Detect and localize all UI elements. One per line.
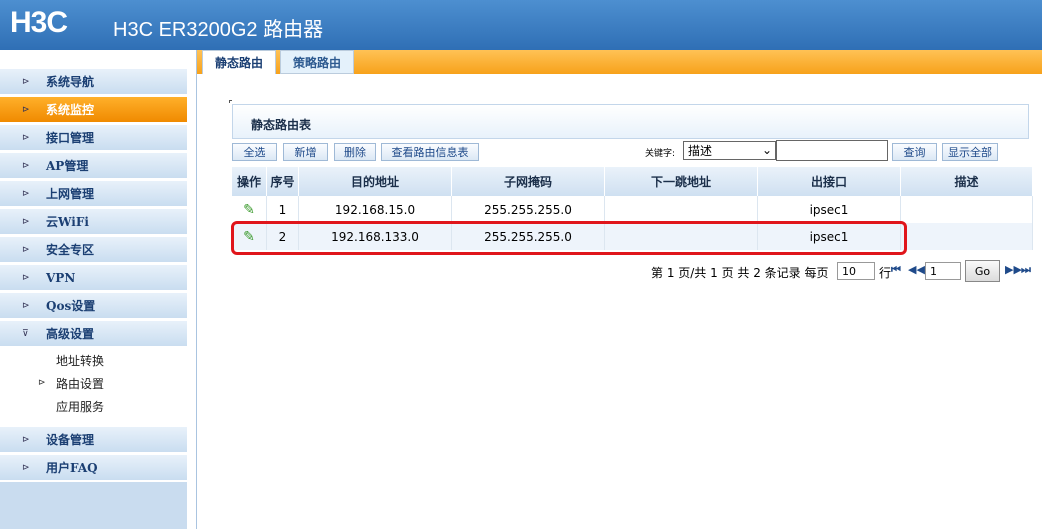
sidebar-item-cloud-wifi[interactable]: ⊳ 云WiFi [0,208,187,234]
prev-page-icon[interactable]: ◀◀ [908,263,925,276]
keyword-label: 关键字: [645,149,676,159]
column-header: 出接口 [758,167,901,196]
search-button[interactable]: 查询 [892,143,937,161]
chevron-right-icon: ⊳ [38,378,46,388]
sidebar-item-security[interactable]: ⊳ 安全专区 [0,236,187,262]
highlight-box [231,221,907,255]
edit-icon[interactable]: ✎ [232,196,267,223]
chevron-right-icon: ⊳ [22,300,30,311]
column-header: 目的地址 [299,167,452,196]
column-header: 子网掩码 [452,167,605,196]
sidebar-item-label: 系统导航 [46,75,95,89]
sidebar-item-device-mgmt[interactable]: ⊳ 设备管理 [0,426,187,452]
section-header: 静态路由表 [232,104,1029,139]
column-header: 操作 [232,167,267,196]
sidebar-item-label: Qos设置 [46,299,96,313]
row-index: 1 [267,196,299,223]
select-all-button[interactable]: 全选 [232,143,277,161]
corner-mark [229,100,232,103]
next-page-icon[interactable]: ▶▶ [1005,263,1022,276]
sidebar-item-label: 云WiFi [46,215,89,229]
sidebar-item-label: 用户FAQ [46,461,98,475]
column-header: 描述 [901,167,1033,196]
sidebar-item-internet-mgmt[interactable]: ⊳ 上网管理 [0,180,187,206]
table-row: ✎ 1 192.168.15.0 255.255.255.0 ipsec1 [232,196,1033,223]
chevron-right-icon: ⊳ [22,272,30,283]
chevron-right-icon: ⊳ [22,104,30,115]
chevron-right-icon: ⊳ [22,188,30,199]
chevron-right-icon: ⊳ [22,244,30,255]
sidebar-item-label: 安全专区 [46,243,95,257]
h3c-logo: H3C [10,6,68,39]
chevron-right-icon: ⊳ [22,434,30,445]
sidebar-item-interface-mgmt[interactable]: ⊳ 接口管理 [0,124,187,150]
dest-address: 192.168.15.0 [299,196,452,223]
tab-static-route[interactable]: 静态路由 [202,50,277,74]
sidebar-subitem-routing[interactable]: ⊳ 路由设置 [0,372,187,394]
sidebar-item-label: 上网管理 [46,187,95,201]
description [901,196,1033,223]
sidebar-subitem-label: 应用服务 [56,399,105,414]
sidebar-item-ap-mgmt[interactable]: ⊳ AP管理 [0,152,187,178]
add-button[interactable]: 新增 [283,143,328,161]
per-page-input[interactable]: 10 [837,262,875,280]
next-hop [605,196,758,223]
subnet-mask: 255.255.255.0 [452,196,605,223]
sidebar-item-label: 系统监控 [46,103,95,117]
chevron-right-icon: ⊳ [22,160,30,171]
sidebar-footer [0,482,187,529]
sidebar-item-label: AP管理 [46,159,89,173]
page-number-input[interactable]: 1 [925,262,961,280]
chevron-right-icon: ⊳ [22,216,30,227]
app-header: H3C H3C ER3200G2 路由器 [0,0,1042,50]
pager-summary: 第 1 页/共 1 页 共 2 条记录 每页 [651,266,829,280]
app-title: H3C ER3200G2 路由器 [113,19,324,41]
sidebar-item-system-monitor[interactable]: ⊳ 系统监控 [0,96,187,122]
sidebar-subitem-nat[interactable]: 地址转换 [0,349,187,371]
section-title: 静态路由表 [251,118,312,132]
chevron-right-icon: ⊳ [22,462,30,473]
view-route-table-button[interactable]: 查看路由信息表 [381,143,479,161]
table-header: 操作 序号 目的地址 子网掩码 下一跳地址 出接口 描述 [232,167,1033,196]
chevron-down-icon: ⌄ [761,143,772,157]
sidebar-item-vpn[interactable]: ⊳ VPN [0,264,187,290]
go-button[interactable]: Go [965,260,1000,282]
sidebar-item-label: 接口管理 [46,131,95,145]
sidebar-item-user-faq[interactable]: ⊳ 用户FAQ [0,454,187,480]
sidebar-item-label: 高级设置 [46,327,95,341]
pager-row-unit: 行 [879,266,892,280]
sidebar-subitem-label: 路由设置 [56,376,105,391]
chevron-right-icon: ⊳ [22,76,30,87]
column-header: 下一跳地址 [605,167,758,196]
out-interface: ipsec1 [758,196,901,223]
chevron-right-icon: ⊳ [22,132,30,143]
sidebar-subitem-app-services[interactable]: 应用服务 [0,395,187,417]
description [901,223,1033,250]
last-page-icon[interactable]: ⏭ [1021,263,1031,277]
keyword-input[interactable] [776,140,888,161]
sidebar-subitem-label: 地址转换 [56,353,105,368]
column-header: 序号 [267,167,299,196]
sidebar-item-system-nav[interactable]: ⊳ 系统导航 [0,68,187,94]
keyword-select-value: 描述 [688,144,713,158]
sidebar-item-advanced[interactable]: ⊽ 高级设置 [0,320,187,346]
delete-button[interactable]: 删除 [334,143,376,161]
tab-policy-route[interactable]: 策略路由 [280,50,355,74]
sidebar-item-qos[interactable]: ⊳ Qos设置 [0,292,187,318]
sidebar-item-label: 设备管理 [46,433,95,447]
tab-bar: 静态路由 策略路由 [197,50,1042,74]
keyword-select[interactable]: 描述 ⌄ [683,141,776,160]
show-all-button[interactable]: 显示全部 [942,143,998,161]
first-page-icon[interactable]: ⏮ [891,263,901,277]
chevron-down-icon: ⊽ [22,328,29,339]
sidebar-item-label: VPN [46,270,76,285]
